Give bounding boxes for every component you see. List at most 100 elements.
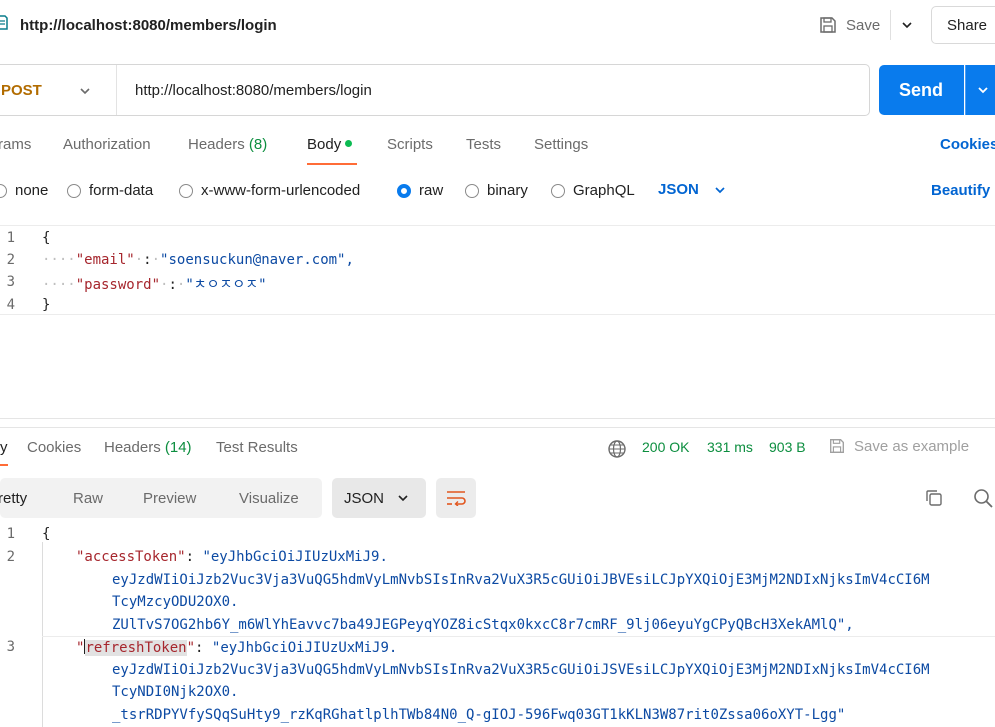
tab-scripts[interactable]: Scripts [387,136,433,153]
tab-response-headers[interactable]: Headers (14) [104,439,192,456]
radio-raw-label: raw [419,182,444,199]
radio-none[interactable]: none [0,182,48,199]
cookies-link[interactable]: Cookies [940,136,995,153]
code-line-wrapped: ZUlTvS7OG2hb6Y_m6WlYhEavvc7ba49JEGPeyqYO… [112,617,854,633]
line-number: 2 [6,252,15,268]
code-line-wrapped: TcyNDI0Njk2OX0. [112,684,239,700]
share-button[interactable]: Share [931,6,995,44]
chevron-down-icon [398,495,408,502]
radio-urlencoded[interactable]: x-www-form-urlencoded [179,182,360,199]
request-body-editor[interactable]: 1 2 3 4 { ····"email"·:·"soensuckun@nave… [0,225,995,315]
code-line: { [42,526,51,542]
line-number: 1 [6,230,15,246]
json-value: "ㅊㅇㅈㅇㅈ" [185,277,267,293]
response-format-tabs: retty Raw Preview Visualize [0,478,322,518]
response-language-label: JSON [344,489,385,507]
code-line: "accessToken": "eyJhbGciOiJIUzUxMiJ9. [76,549,388,565]
body-language-select[interactable]: JSON [658,181,727,198]
method-select[interactable]: POST [1,82,42,99]
tab-response-body[interactable]: y [0,439,8,456]
radio-circle [465,183,479,198]
line-number: 2 [6,549,15,565]
save-options-button[interactable] [890,10,922,40]
code-line-wrapped: eyJzdWIiOiJzb2Vuc3Vja3VuQG5hdmVyLmNvbSIs… [112,572,930,588]
json-key-highlighted: refreshToken [85,640,187,656]
response-language-select[interactable]: JSON [332,478,426,518]
tab-headers[interactable]: Headers (8) [188,136,267,153]
code-line-wrapped: eyJzdWIiOiJzb2Vuc3Vja3VuQG5hdmVyLmNvbSIs… [112,662,930,678]
code-line-wrapped: TcyMzcyODU2OX0. [112,594,239,610]
json-value: "eyJhbGciOiJIUzUxMiJ9. [202,549,388,565]
wrap-lines-icon [447,491,466,506]
radio-circle [67,183,81,198]
tab-body-label: Body [307,136,342,153]
tab-params[interactable]: rams [0,136,31,153]
radio-circle-selected [397,183,411,198]
save-button[interactable]: Save [818,10,880,40]
globe-icon[interactable] [607,439,627,459]
tab-raw[interactable]: Raw [73,490,103,507]
tab-response-cookies[interactable]: Cookies [27,439,81,456]
json-key: "email" [75,252,135,268]
line-number: 3 [6,639,15,655]
send-options-button[interactable] [965,65,995,115]
http-request-icon [0,15,8,30]
radio-circle [551,183,565,198]
colon: : [195,640,212,656]
title-bar: http://localhost:8080/members/login Save… [0,0,995,52]
tab-preview[interactable]: Preview [143,490,196,507]
request-tabs: rams Authorization Headers (8) Body Scri… [0,124,995,168]
url-input[interactable]: http://localhost:8080/members/login [135,82,372,99]
save-as-example-button[interactable]: Save as example [828,437,969,455]
wrap-lines-button[interactable] [436,478,476,518]
response-time[interactable]: 331 ms [707,439,753,455]
colon: : [185,549,203,565]
tab-authorization[interactable]: Authorization [63,136,151,153]
search-icon[interactable] [973,488,993,508]
json-key: "password" [75,277,161,293]
code-line-wrapped: _tsrRDPYVfySQqSuHty9_rzKqRGhatlplhTWb84N… [112,707,846,723]
tab-visualize[interactable]: Visualize [239,490,299,507]
chevron-down-icon[interactable] [78,84,92,98]
space-dot: · [151,252,161,268]
code-line: } [42,297,51,313]
body-language-label: JSON [658,181,699,198]
divider [116,65,117,115]
radio-binary-label: binary [487,182,528,199]
send-button[interactable]: Send [879,65,964,115]
radio-binary[interactable]: binary [465,182,528,199]
indent-dots: ···· [42,277,76,293]
code-line: ····"email"·:·"soensuckun@naver.com", [42,252,354,268]
response-size[interactable]: 903 B [769,439,806,455]
tab-body[interactable]: Body [307,136,353,153]
tab-test-results[interactable]: Test Results [216,439,298,456]
chevron-down-icon [978,87,988,94]
radio-urlencoded-label: x-www-form-urlencoded [201,182,361,199]
json-key-quote: " [76,640,85,656]
line-number: 3 [6,274,15,290]
json-key: "accessToken" [76,549,186,565]
code-line: "refreshToken": "eyJhbGciOiJIUzUxMiJ9. [76,639,397,656]
modified-dot-icon [345,140,353,147]
pane-resize-handle[interactable] [0,418,995,428]
tab-headers-label: Headers [188,136,245,153]
copy-icon[interactable] [925,489,943,507]
radio-circle [0,183,7,198]
beautify-button[interactable]: Beautify [931,182,990,199]
radio-form-data[interactable]: form-data [67,182,153,199]
json-value: "soensuckun@naver.com", [160,252,354,268]
active-tab-indicator [0,464,8,466]
response-body-viewer[interactable]: 1 2 3 { "accessToken": "eyJhbGciOiJIUzUx… [0,522,995,727]
save-label: Save [846,16,881,34]
json-value: "eyJhbGciOiJIUzUxMiJ9. [211,640,398,656]
tab-settings[interactable]: Settings [534,136,588,153]
url-bar: POST http://localhost:8080/members/login [0,64,870,116]
tab-pretty[interactable]: retty [0,490,27,507]
status-code[interactable]: 200 OK [642,439,689,455]
tab-tests[interactable]: Tests [466,136,501,153]
radio-graphql[interactable]: GraphQL [551,182,635,199]
radio-none-label: none [15,182,49,199]
active-line-border [42,636,995,637]
radio-raw[interactable]: raw [397,182,443,199]
space-dot: · [134,252,144,268]
